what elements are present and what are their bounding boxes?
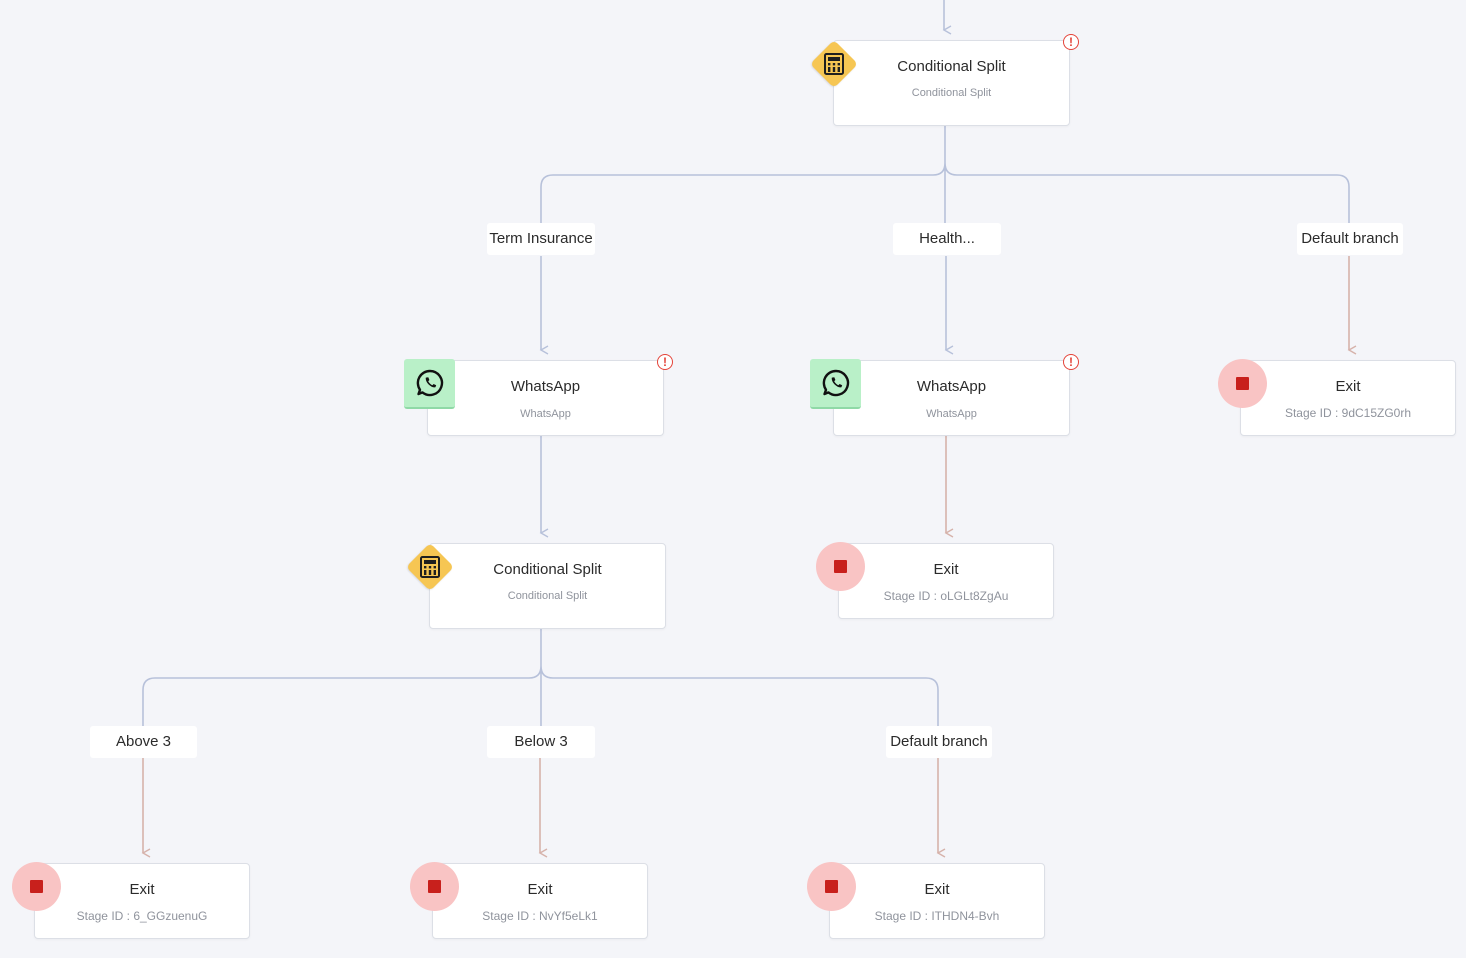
node-subtitle: WhatsApp [926, 408, 977, 420]
branch-label-health[interactable]: Health... [893, 223, 1001, 255]
branch-label-term-insurance[interactable]: Term Insurance [487, 223, 595, 255]
node-title: Exit [527, 881, 553, 898]
warning-icon[interactable]: ! [1063, 354, 1079, 370]
node-title: Exit [924, 881, 950, 898]
stop-icon [816, 542, 865, 591]
node-subtitle: WhatsApp [520, 408, 571, 420]
exit-node[interactable]: Exit Stage ID : 9dC15ZG0rh [1240, 360, 1456, 436]
split-term-branch-bus [142, 629, 939, 726]
branch-label-above-3[interactable]: Above 3 [90, 726, 197, 758]
node-title: WhatsApp [510, 378, 581, 395]
exit-node[interactable]: Exit Stage ID : oLGLt8ZgAu [838, 543, 1054, 619]
stop-icon [12, 862, 61, 911]
whatsapp-icon [404, 359, 455, 409]
stage-id: Stage ID : oLGLt8ZgAu [883, 589, 1009, 603]
branch-label-below-3[interactable]: Below 3 [487, 726, 595, 758]
node-title: Conditional Split [493, 561, 602, 578]
warning-icon[interactable]: ! [657, 354, 673, 370]
stop-icon [410, 862, 459, 911]
stage-id: Stage ID : 6_GGzuenuG [76, 909, 208, 923]
whatsapp-node[interactable]: WhatsApp WhatsApp [833, 360, 1070, 436]
stop-icon [1218, 359, 1267, 408]
stage-id: Stage ID : ITHDN4-Bvh [874, 909, 1000, 923]
branch-label-default[interactable]: Default branch [1297, 223, 1403, 255]
calculator-icon [810, 40, 858, 88]
conditional-split-node[interactable]: Conditional Split Conditional Split [833, 40, 1070, 126]
node-title: Conditional Split [897, 58, 1006, 75]
branch-label-default[interactable]: Default branch [886, 726, 992, 758]
stage-id: Stage ID : 9dC15ZG0rh [1284, 406, 1412, 420]
exit-node[interactable]: Exit Stage ID : NvYf5eLk1 [432, 863, 648, 939]
node-title: WhatsApp [916, 378, 987, 395]
exit-node[interactable]: Exit Stage ID : ITHDN4-Bvh [829, 863, 1045, 939]
whatsapp-icon [810, 359, 861, 409]
node-subtitle: Conditional Split [911, 87, 992, 99]
journey-canvas[interactable]: Conditional Split Conditional Split ! Te… [0, 0, 1466, 958]
node-subtitle: Conditional Split [507, 590, 588, 602]
stop-icon [807, 862, 856, 911]
node-title: Exit [933, 561, 959, 578]
exit-node[interactable]: Exit Stage ID : 6_GGzuenuG [34, 863, 250, 939]
conditional-split-node[interactable]: Conditional Split Conditional Split [429, 543, 666, 629]
stage-id: Stage ID : NvYf5eLk1 [482, 909, 598, 923]
connector-lines [141, 0, 1357, 858]
warning-icon[interactable]: ! [1063, 34, 1079, 50]
whatsapp-node[interactable]: WhatsApp WhatsApp [427, 360, 664, 436]
calculator-icon [406, 543, 454, 591]
node-title: Exit [129, 881, 155, 898]
node-title: Exit [1335, 378, 1361, 395]
split-top-branch-bus [540, 126, 1350, 224]
